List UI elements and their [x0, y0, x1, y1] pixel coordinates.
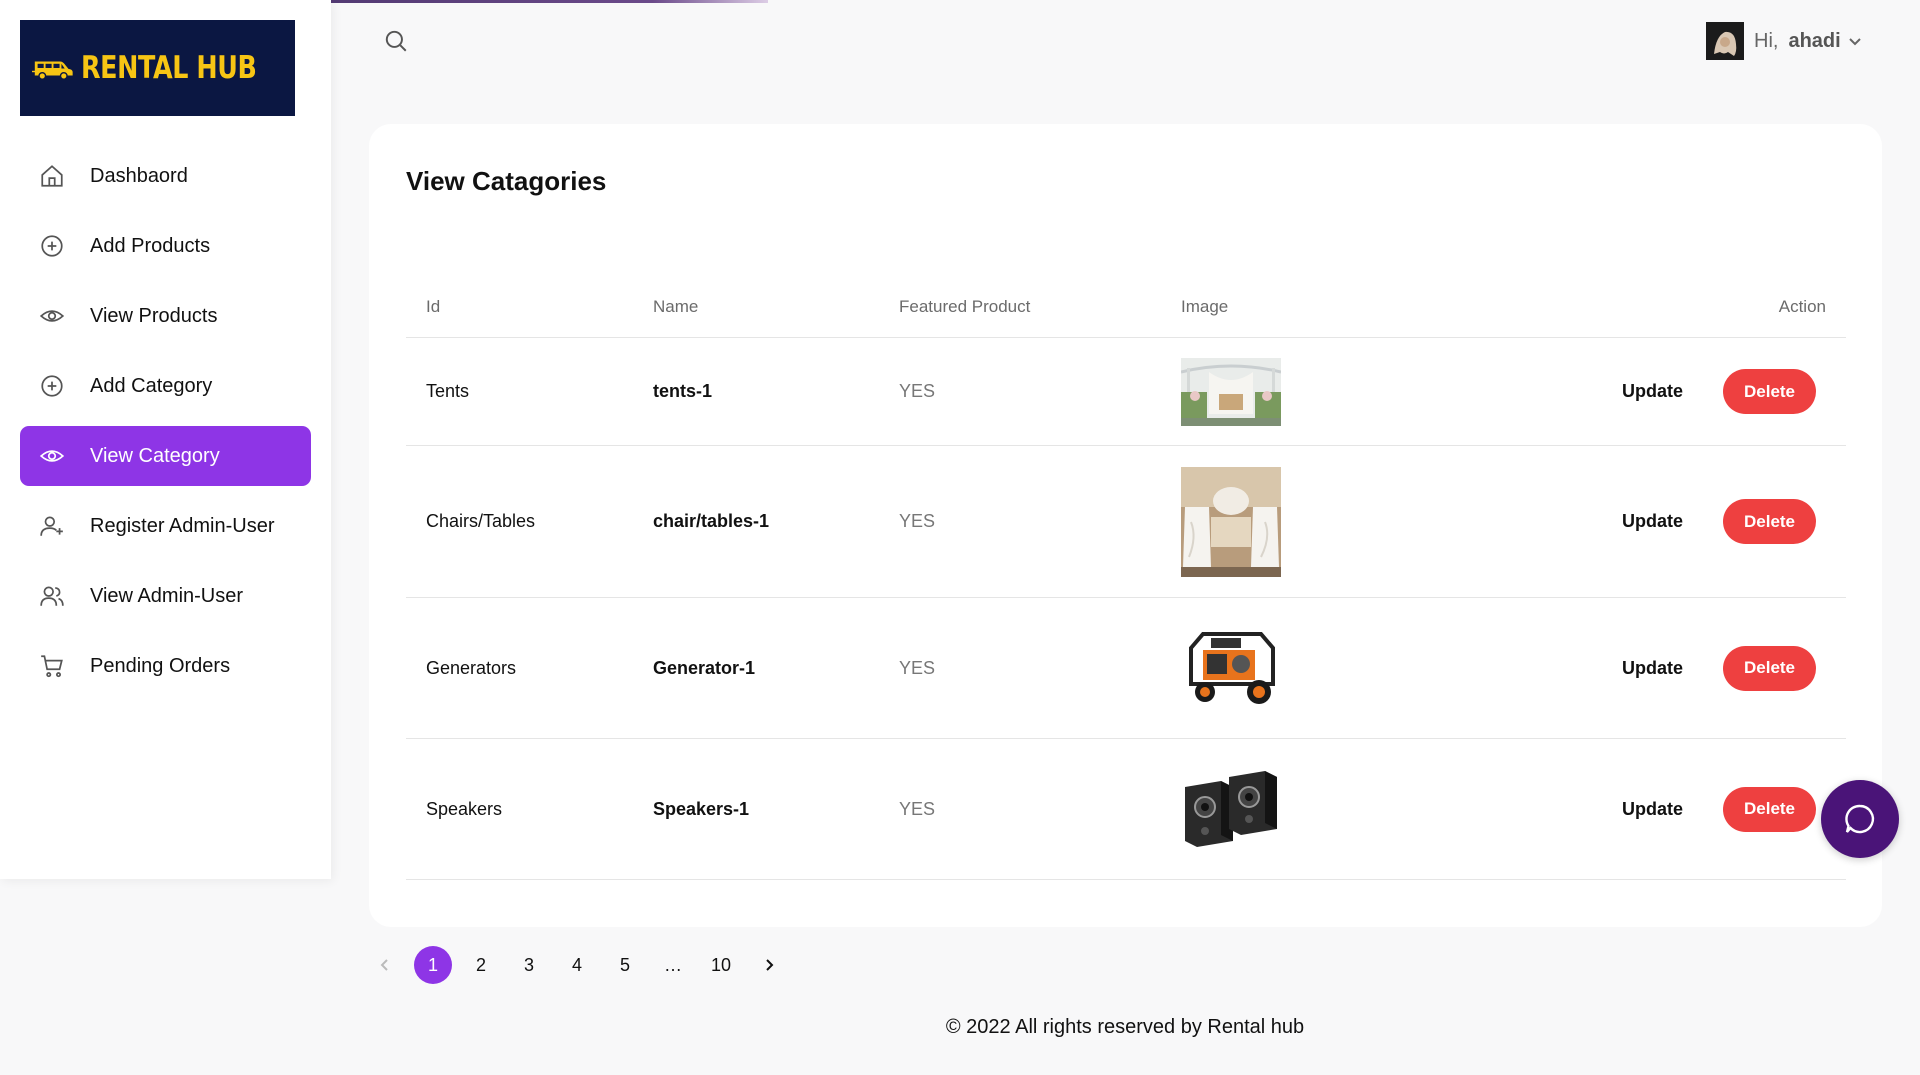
row-featured: YES [899, 381, 936, 401]
row-name: Generator-1 [653, 657, 756, 678]
row-id: Tents [426, 381, 470, 401]
sidebar-item-label: Add Category [90, 374, 213, 397]
footer: © 2022 All rights reserved by Rental hub [0, 1016, 1920, 1039]
page-button-2[interactable]: 2 [462, 946, 500, 984]
username: ahadi [1788, 29, 1841, 52]
sidebar-item-view-category[interactable]: View Category [20, 426, 311, 486]
update-button[interactable]: Update [1622, 799, 1683, 820]
pagination: 1 2 3 4 5 … 10 [366, 946, 798, 984]
column-header-name: Name [653, 296, 699, 316]
delete-button[interactable]: Delete [1723, 786, 1816, 832]
eye-icon [38, 442, 66, 470]
plus-circle-icon [38, 372, 66, 400]
page-ellipsis[interactable]: … [654, 946, 692, 984]
row-id: Chairs/Tables [426, 511, 536, 531]
row-name: tents-1 [653, 381, 713, 401]
sidebar-item-add-products[interactable]: Add Products [20, 216, 311, 276]
table-header: Id Name Featured Product Image Action [406, 276, 1846, 338]
sidebar-nav: Dashbaord Add Products View Products Add… [20, 146, 311, 706]
sidebar: RENTAL HUB Dashbaord Add Products View P… [0, 0, 331, 879]
delete-button[interactable]: Delete [1723, 645, 1816, 691]
sidebar-item-register-admin-user[interactable]: Register Admin-User [20, 496, 311, 556]
page-button-5[interactable]: 5 [606, 946, 644, 984]
row-featured: YES [899, 798, 936, 819]
home-icon [38, 162, 66, 190]
sidebar-item-label: Dashbaord [90, 164, 188, 187]
categories-card: View Catagories Id Name Featured Product… [369, 124, 1882, 927]
sidebar-item-view-products[interactable]: View Products [20, 286, 311, 346]
eye-icon [38, 302, 66, 330]
sidebar-item-label: Add Products [90, 234, 211, 257]
sidebar-item-pending-orders[interactable]: Pending Orders [20, 636, 311, 696]
chat-bubble-icon [1845, 804, 1875, 834]
row-featured: YES [899, 657, 936, 678]
sidebar-item-label: View Admin-User [90, 584, 244, 607]
cart-icon [38, 652, 66, 680]
row-name: Speakers-1 [653, 798, 750, 819]
row-featured: YES [899, 511, 936, 531]
speakers-photo [1185, 771, 1277, 847]
avatar[interactable] [1706, 22, 1744, 60]
tent-photo [1181, 357, 1281, 426]
sidebar-item-label: View Products [90, 304, 218, 327]
update-button[interactable]: Update [1622, 658, 1683, 679]
row-name: chair/tables-1 [653, 511, 770, 531]
chat-button[interactable] [1821, 780, 1899, 858]
column-header-featured: Featured Product [899, 296, 1031, 316]
sidebar-item-add-category[interactable]: Add Category [20, 356, 311, 416]
delete-button[interactable]: Delete [1723, 499, 1816, 544]
update-button[interactable]: Update [1622, 381, 1683, 402]
page-button-3[interactable]: 3 [510, 946, 548, 984]
generator-photo [1189, 632, 1275, 704]
sidebar-item-label: Register Admin-User [90, 514, 275, 537]
table-row: Chairs/Tables chair/tables-1 YES Update [406, 446, 1846, 598]
brand-logo[interactable]: RENTAL HUB [20, 20, 295, 116]
row-id: Speakers [426, 798, 503, 819]
page-button-4[interactable]: 4 [558, 946, 596, 984]
van-icon [32, 61, 73, 80]
chevron-down-icon[interactable] [1847, 33, 1863, 49]
column-header-image: Image [1181, 296, 1229, 316]
next-page-icon[interactable] [750, 946, 788, 984]
page-title: View Catagories [406, 166, 607, 196]
user-plus-icon [38, 512, 66, 540]
column-header-id: Id [426, 296, 441, 316]
chairs-photo [1181, 466, 1281, 577]
table-row: Speakers Speakers-1 YES Update Delete [406, 739, 1846, 880]
delete-button[interactable]: Delete [1723, 369, 1816, 414]
column-header-action: Action [1778, 296, 1826, 316]
row-id: Generators [426, 657, 517, 678]
categories-table: Id Name Featured Product Image Action Te… [406, 276, 1846, 880]
plus-circle-icon [38, 232, 66, 260]
sidebar-item-view-admin-user[interactable]: View Admin-User [20, 566, 311, 626]
table-row: Tents tents-1 YES Update Delete [406, 338, 1846, 446]
page-button-1[interactable]: 1 [414, 946, 452, 984]
users-icon [38, 582, 66, 610]
prev-page-icon[interactable] [366, 946, 404, 984]
search-icon[interactable] [383, 28, 409, 54]
greeting-text: Hi, [1754, 29, 1779, 52]
sidebar-item-dashboard[interactable]: Dashbaord [20, 146, 311, 206]
sidebar-item-label: View Category [90, 444, 220, 467]
sidebar-item-label: Pending Orders [90, 654, 231, 677]
table-row: Generators Generator-1 YES Update Delete [406, 598, 1846, 739]
page-button-10[interactable]: 10 [702, 946, 740, 984]
copyright-text: © 2022 All rights reserved by Rental hub [945, 1016, 1305, 1038]
update-button[interactable]: Update [1622, 511, 1683, 532]
user-menu[interactable]: Hi, ahadi [1706, 22, 1863, 60]
logo-text: RENTAL HUB [80, 50, 257, 86]
